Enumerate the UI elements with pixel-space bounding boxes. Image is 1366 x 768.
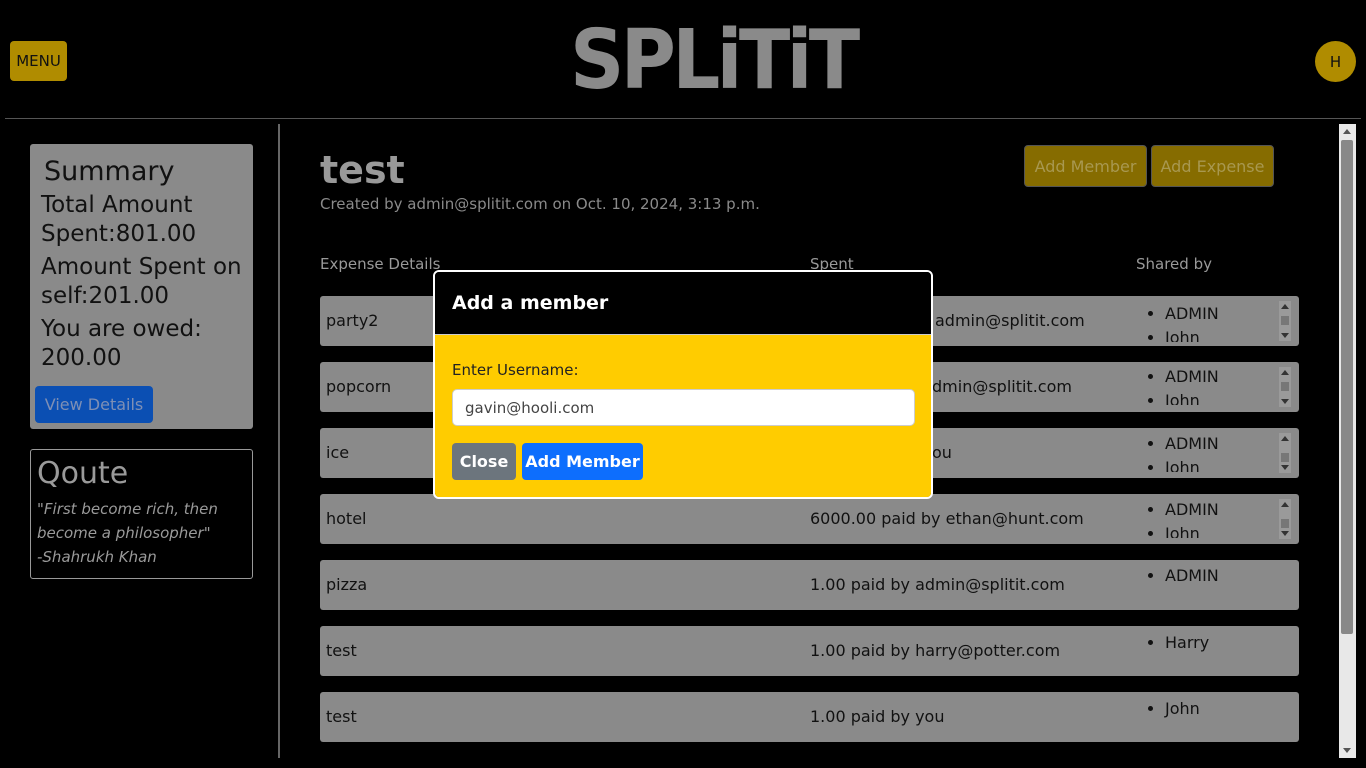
expense-spent: dmin@splitit.com	[932, 377, 1072, 396]
scroll-thumb[interactable]	[1341, 140, 1353, 634]
shared-by-list: ADMIN	[1147, 564, 1277, 604]
scroll-up-icon[interactable]	[1343, 129, 1351, 134]
close-button[interactable]: Close	[452, 443, 516, 480]
expense-detail: party2	[326, 311, 379, 330]
expense-spent: 1.00 paid by admin@splitit.com	[810, 575, 1065, 594]
expense-row[interactable]: hotel 6000.00 paid by ethan@hunt.com ADM…	[320, 494, 1299, 544]
list-scrollbar[interactable]	[1279, 499, 1291, 539]
header-divider	[5, 118, 1361, 119]
quote-text: "First become rich, then become a philos…	[37, 500, 218, 542]
expense-detail: ice	[326, 443, 350, 462]
scroll-down-icon[interactable]	[1343, 748, 1351, 753]
shared-by-list: ADMIN John	[1147, 365, 1277, 405]
add-member-submit-button[interactable]: Add Member	[522, 443, 643, 480]
shared-member: John	[1165, 456, 1277, 472]
shared-member: ADMIN	[1165, 498, 1277, 522]
shared-by-list: ADMIN John	[1147, 432, 1277, 472]
shared-member: ADMIN	[1165, 432, 1277, 456]
avatar[interactable]: H	[1315, 41, 1356, 82]
modal-body: Enter Username: Close Add Member	[435, 335, 931, 497]
expense-detail: pizza	[326, 575, 368, 594]
expense-detail: test	[326, 707, 357, 726]
shared-by-list: John	[1147, 697, 1277, 737]
list-scrollbar[interactable]	[1279, 367, 1291, 407]
amount-owed: You are owed: 200.00	[41, 316, 202, 371]
expense-detail: test	[326, 641, 357, 660]
shared-member: ADMIN	[1165, 365, 1277, 389]
expense-spent: 1.00 paid by you	[810, 707, 945, 726]
expense-detail: popcorn	[326, 377, 392, 396]
shared-by-list: ADMIN John	[1147, 302, 1277, 342]
shared-member: ADMIN	[1165, 564, 1277, 588]
created-info: Created by admin@splitit.com on Oct. 10,…	[320, 195, 760, 213]
summary-card: Summary Total Amount Spent:801.00 Amount…	[30, 144, 253, 429]
expense-row[interactable]: pizza 1.00 paid by admin@splitit.com ADM…	[320, 560, 1299, 610]
expense-detail: hotel	[326, 509, 367, 528]
shared-by-list: Harry	[1147, 631, 1277, 671]
quote-card: Qoute "First become rich, then become a …	[30, 449, 253, 579]
quote-title: Qoute	[37, 456, 129, 491]
column-header-shared: Shared by	[1136, 255, 1212, 273]
add-member-button[interactable]: Add Member	[1024, 145, 1147, 187]
shared-member: John	[1165, 522, 1277, 538]
add-member-modal: Add a member Enter Username: Close Add M…	[433, 270, 933, 499]
spent-on-self: Amount Spent on self:201.00	[41, 254, 242, 309]
quote-author: -Shahrukh Khan	[37, 548, 157, 566]
total-spent: Total Amount Spent:801.00	[41, 192, 197, 247]
sidebar-divider	[278, 124, 280, 758]
modal-title: Add a member	[435, 272, 931, 335]
expense-row[interactable]: test 1.00 paid by you John	[320, 692, 1299, 742]
menu-button[interactable]: MENU	[10, 41, 67, 81]
add-expense-button[interactable]: Add Expense	[1151, 145, 1274, 187]
expense-spent: 1.00 paid by harry@potter.com	[810, 641, 1061, 660]
expense-spent: 6000.00 paid by ethan@hunt.com	[810, 509, 1084, 528]
username-input[interactable]	[452, 389, 915, 426]
column-header-details: Expense Details	[320, 255, 441, 273]
shared-member: John	[1165, 326, 1277, 342]
expense-spent: ou	[932, 443, 952, 462]
page-scrollbar[interactable]	[1339, 124, 1356, 758]
view-details-button[interactable]: View Details	[35, 386, 153, 423]
shared-member: John	[1165, 389, 1277, 405]
app-logo: SPLiTiT	[570, 13, 860, 108]
list-scrollbar[interactable]	[1279, 301, 1291, 341]
page-title: test	[320, 148, 405, 192]
username-label: Enter Username:	[452, 361, 579, 379]
shared-by-list: ADMIN John	[1147, 498, 1277, 538]
shared-member: ADMIN	[1165, 302, 1277, 326]
expense-row[interactable]: test 1.00 paid by harry@potter.com Harry	[320, 626, 1299, 676]
shared-member: John	[1165, 697, 1277, 721]
summary-title: Summary	[44, 156, 175, 187]
expense-spent: admin@splitit.com	[935, 311, 1085, 330]
shared-member: Harry	[1165, 631, 1277, 655]
list-scrollbar[interactable]	[1279, 433, 1291, 473]
